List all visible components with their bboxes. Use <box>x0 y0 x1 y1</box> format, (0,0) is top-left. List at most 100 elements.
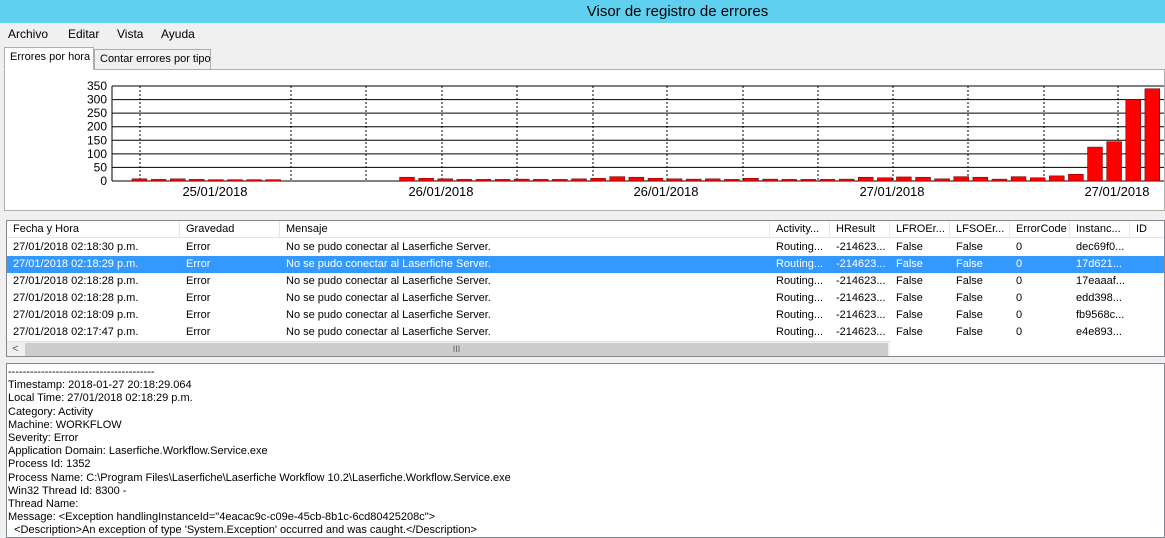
bar <box>647 178 664 182</box>
bar <box>456 179 473 182</box>
bar <box>1106 141 1122 182</box>
scroll-left-icon[interactable]: < <box>7 342 24 356</box>
tab-contar-errores[interactable]: Contar errores por tipo <box>94 49 211 70</box>
cell-instance: dec69f0... <box>1076 241 1125 253</box>
cell-lfsoer: False <box>956 326 983 338</box>
cell-lfsoer: False <box>956 309 983 321</box>
y-tick-label: 300 <box>87 93 107 107</box>
cell-fecha: 27/01/2018 02:18:29 p.m. <box>13 258 139 270</box>
bar <box>265 179 281 182</box>
cell-gravedad: Error <box>186 309 211 321</box>
bar <box>475 179 492 182</box>
bar <box>800 179 817 182</box>
bar <box>896 176 912 182</box>
bar <box>685 178 702 182</box>
cell-hresult: -214623... <box>836 241 886 253</box>
menu-archivo[interactable]: Archivo <box>8 27 48 41</box>
y-tick-label: 0 <box>100 174 107 188</box>
cell-activity: Routing... <box>776 292 824 304</box>
table-row[interactable]: 27/01/2018 02:18:28 p.m. Error No se pudo … <box>7 290 1164 307</box>
bar <box>494 179 511 182</box>
col-gravedad[interactable]: Gravedad <box>180 221 280 238</box>
cell-activity: Routing... <box>776 258 824 270</box>
cell-lfroer: False <box>896 275 923 287</box>
cell-errorcode: 0 <box>1016 275 1023 287</box>
scroll-thumb[interactable]: III <box>25 343 888 356</box>
cell-lfsoer: False <box>956 258 983 270</box>
bar <box>705 178 721 182</box>
bar <box>743 178 759 182</box>
col-lfroer[interactable]: LFROEr... <box>890 221 950 238</box>
cell-lfsoer: False <box>956 275 983 287</box>
cell-hresult: -214623... <box>836 309 886 321</box>
bar <box>991 178 1008 182</box>
x-axis-label: 26/01/2018 <box>633 184 698 199</box>
cell-mensaje: No se pudo conectar al Laserfiche Server… <box>286 258 491 270</box>
table-row[interactable]: 27/01/2018 02:18:30 p.m. Error No se pudo … <box>7 239 1164 256</box>
bar <box>1049 175 1065 182</box>
y-tick-label: 350 <box>87 79 107 93</box>
table-row[interactable]: 27/01/2018 02:18:29 p.m. Error No se pudo … <box>7 256 1164 273</box>
x-axis-label: 25/01/2018 <box>182 184 247 199</box>
bar <box>189 179 205 182</box>
details-line: Message: <Exception handlingInstanceId="… <box>8 511 436 524</box>
y-tick-label: 50 <box>94 160 108 174</box>
col-instance[interactable]: Instanc... <box>1070 221 1130 238</box>
cell-gravedad: Error <box>186 258 211 270</box>
details-line: Timestamp: 2018-01-27 20:18:29.064 <box>8 379 192 392</box>
col-hresult[interactable]: HResult <box>830 221 890 238</box>
col-errorcode[interactable]: ErrorCode <box>1010 221 1070 238</box>
menu-bar: Archivo Editar Vista Ayuda <box>0 23 1165 45</box>
col-mensaje[interactable]: Mensaje <box>280 221 770 238</box>
x-axis-label: 27/01/2018 <box>859 184 924 199</box>
cell-errorcode: 0 <box>1016 309 1023 321</box>
table-row[interactable]: 27/01/2018 02:17:47 p.m. Error No se pudo … <box>7 324 1164 341</box>
cell-lfroer: False <box>896 309 923 321</box>
bar <box>877 177 893 182</box>
cell-lfroer: False <box>896 258 923 270</box>
x-axis-label: 27/01/2018 <box>1084 184 1149 199</box>
y-tick-label: 150 <box>87 133 107 147</box>
bar <box>418 178 434 182</box>
cell-errorcode: 0 <box>1016 326 1023 338</box>
tab-errores-por-hora[interactable]: Errores por hora <box>4 47 94 70</box>
bar <box>819 179 836 182</box>
cell-errorcode: 0 <box>1016 241 1023 253</box>
cell-hresult: -214623... <box>836 258 886 270</box>
cell-instance: 17eaaaf... <box>1076 275 1125 287</box>
details-line: Process Id: 1352 <box>8 458 91 471</box>
details-line: Machine: WORKFLOW <box>8 418 122 431</box>
bar <box>953 176 969 182</box>
bar <box>150 179 167 182</box>
bar <box>552 179 568 182</box>
details-line: Local Time: 27/01/2018 02:18:29 p.m. <box>8 392 193 405</box>
bar <box>1144 88 1161 182</box>
menu-editar[interactable]: Editar <box>68 27 99 41</box>
table-row[interactable]: 27/01/2018 02:18:28 p.m. Error No se pudo … <box>7 273 1164 290</box>
table-row[interactable]: 27/01/2018 02:18:09 p.m. Error No se pudo … <box>7 307 1164 324</box>
col-fecha[interactable]: Fecha y Hora <box>7 221 180 238</box>
cell-gravedad: Error <box>186 292 211 304</box>
col-lfsoer[interactable]: LFSOEr... <box>950 221 1010 238</box>
bar <box>1029 177 1046 182</box>
details-line: Process Name: C:\Program Files\Laserfich… <box>8 471 511 484</box>
error-list[interactable]: Fecha y Hora Gravedad Mensaje Activity..… <box>6 220 1165 357</box>
bar <box>609 176 625 182</box>
menu-vista[interactable]: Vista <box>117 27 143 41</box>
cell-errorcode: 0 <box>1016 258 1023 270</box>
col-activity[interactable]: Activity... <box>770 221 830 238</box>
col-id[interactable]: ID <box>1130 221 1164 238</box>
cell-fecha: 27/01/2018 02:18:30 p.m. <box>13 241 139 253</box>
horizontal-scrollbar[interactable]: < III <box>7 341 890 356</box>
cell-lfsoer: False <box>956 292 983 304</box>
bar <box>762 178 778 182</box>
cell-mensaje: No se pudo conectar al Laserfiche Server… <box>286 241 491 253</box>
bar <box>169 178 186 182</box>
menu-ayuda[interactable]: Ayuda <box>161 27 195 41</box>
list-header: Fecha y Hora Gravedad Mensaje Activity..… <box>7 221 1164 238</box>
bar <box>246 179 262 182</box>
bar <box>590 178 606 182</box>
x-axis-label: 26/01/2018 <box>408 184 473 199</box>
cell-mensaje: No se pudo conectar al Laserfiche Server… <box>286 326 491 338</box>
cell-lfroer: False <box>896 241 923 253</box>
